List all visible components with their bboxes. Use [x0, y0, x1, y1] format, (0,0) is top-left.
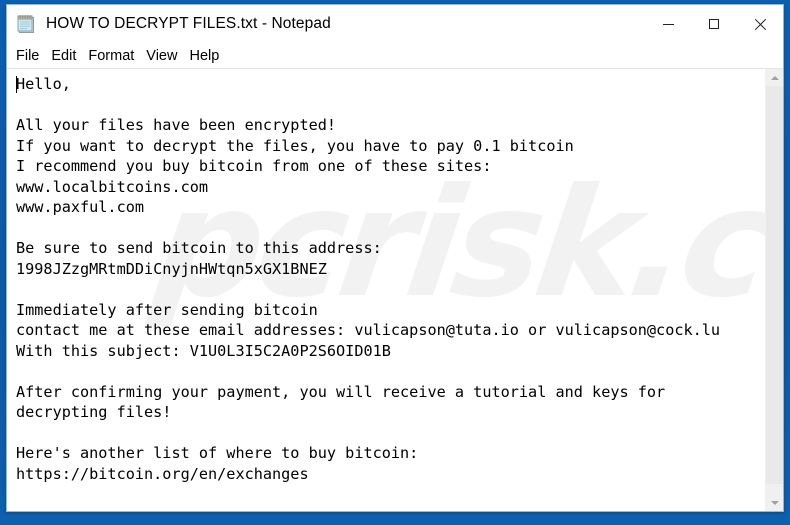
minimize-icon [662, 23, 674, 25]
menu-item-format[interactable]: Format [88, 49, 141, 64]
menu-bar: File Edit Format View Help [7, 44, 783, 68]
text-line: contact me at these email addresses: vul… [16, 321, 721, 339]
scrollbar-track[interactable] [766, 86, 783, 494]
text-line: www.paxful.com [16, 198, 145, 216]
text-line: decrypting files! [16, 403, 172, 421]
text-line [16, 423, 765, 444]
scroll-up-button[interactable] [766, 69, 783, 86]
text-line: 1998JZzgMRtmDDiCnyjnHWtqn5xGX1BNEZ [16, 259, 327, 278]
text-line: Here's another list of where to buy bitc… [16, 444, 419, 462]
text-line: I recommend you buy bitcoin from one of … [16, 157, 492, 175]
maximize-button[interactable] [691, 5, 737, 43]
text-line [16, 279, 765, 300]
title-bar[interactable]: HOW TO DECRYPT FILES.txt - Notepad [7, 5, 783, 44]
editor-area: pcrisk.com Hello, All your files have be… [7, 68, 783, 511]
text-line: https://bitcoin.org/en/exchanges [16, 464, 309, 483]
menu-item-view[interactable]: View [146, 49, 184, 64]
menu-item-help[interactable]: Help [189, 49, 226, 64]
text-line [16, 95, 765, 116]
menu-item-file[interactable]: File [16, 49, 46, 64]
text-line: www.localbitcoins.com [16, 177, 209, 196]
text-line [16, 361, 765, 382]
text-line: With this subject: V1U0L3I5C2A0P2S6OID01… [16, 341, 391, 360]
text-caret [16, 76, 17, 93]
text-line: Be sure to send bitcoin to this address: [16, 239, 382, 257]
close-button[interactable] [737, 5, 783, 43]
text-line: After confirming your payment, you will … [16, 382, 666, 401]
close-icon [754, 18, 767, 31]
notepad-icon [16, 13, 38, 35]
window-controls [645, 5, 783, 43]
minimize-button[interactable] [645, 5, 691, 43]
menu-item-edit[interactable]: Edit [51, 49, 83, 64]
scroll-down-icon [770, 500, 779, 505]
text-line: All your files have been encrypted! [16, 116, 337, 134]
maximize-icon [709, 19, 719, 29]
text-line: Immediately after sending bitcoin [16, 300, 318, 319]
text-line: If you want to decrypt the files, you ha… [16, 136, 574, 155]
scrollbar-thumb[interactable] [766, 86, 783, 484]
text-line: Hello, [16, 75, 71, 93]
title-bar-left: HOW TO DECRYPT FILES.txt - Notepad [7, 13, 645, 35]
window-title: HOW TO DECRYPT FILES.txt - Notepad [46, 15, 331, 33]
vertical-scrollbar[interactable] [765, 69, 783, 511]
scroll-down-button[interactable] [766, 494, 783, 511]
scroll-up-icon [770, 75, 779, 80]
notepad-window: HOW TO DECRYPT FILES.txt - Notepad File … [6, 4, 784, 512]
text-line [16, 218, 765, 239]
text-editor[interactable]: Hello, All your files have been encrypte… [7, 69, 765, 511]
